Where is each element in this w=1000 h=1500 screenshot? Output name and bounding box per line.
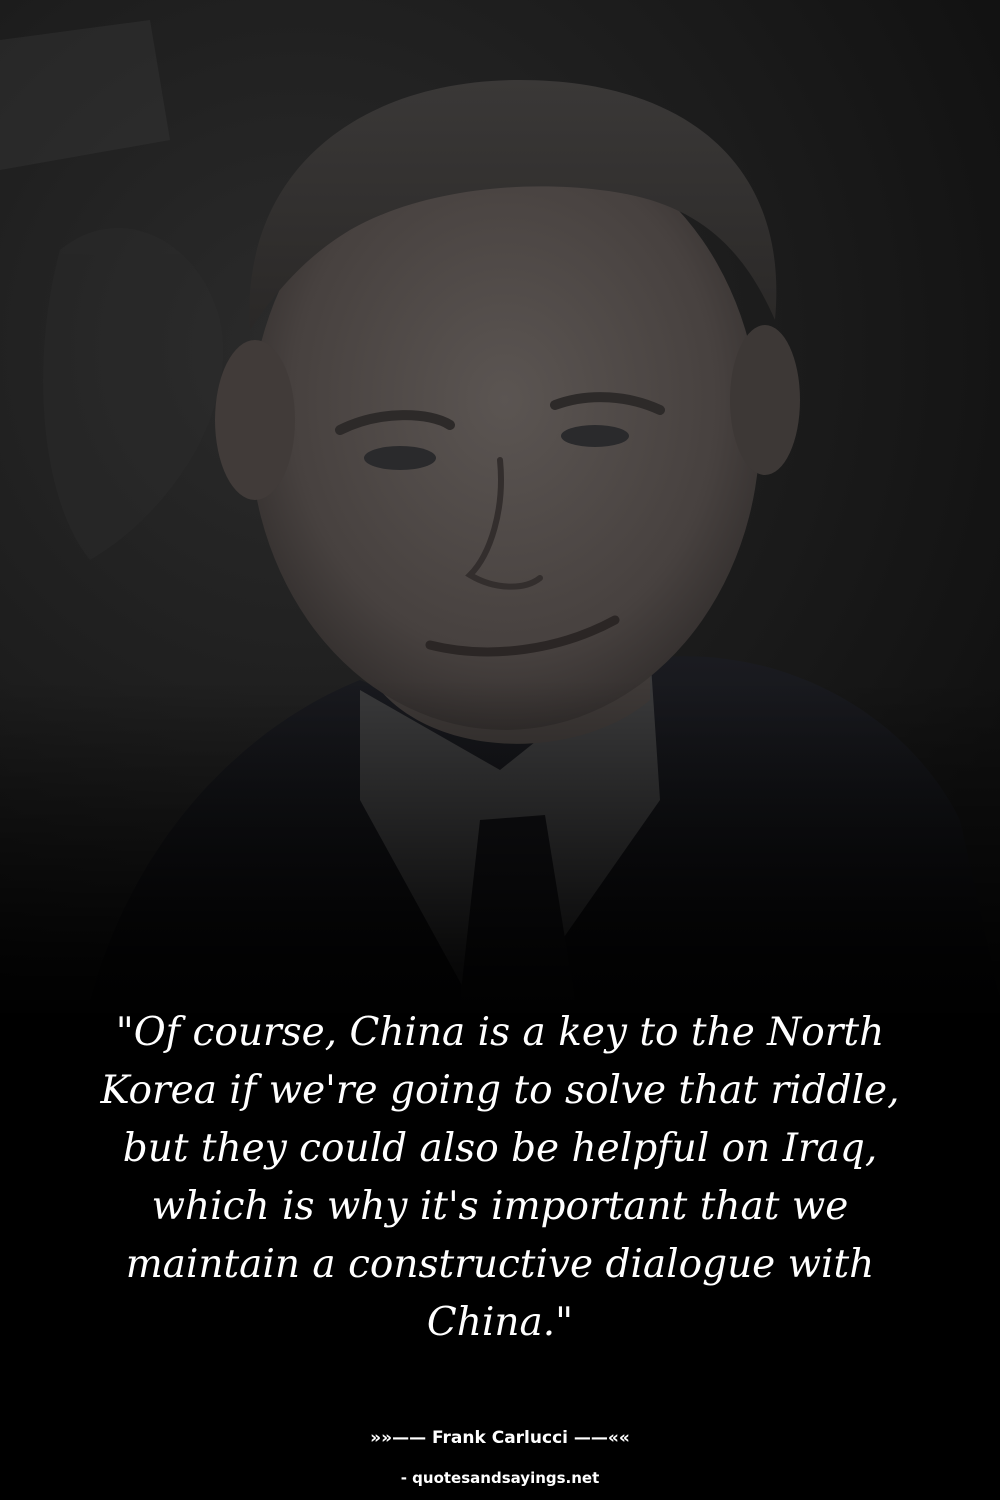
source-watermark: - quotesandsayings.net	[400, 1469, 600, 1487]
quote-card: "Of course, China is a key to the North …	[0, 0, 1000, 1500]
quote-text: "Of course, China is a key to the North …	[100, 1010, 900, 1345]
author-attribution: »»—— Frank Carlucci ——««	[370, 1428, 630, 1448]
